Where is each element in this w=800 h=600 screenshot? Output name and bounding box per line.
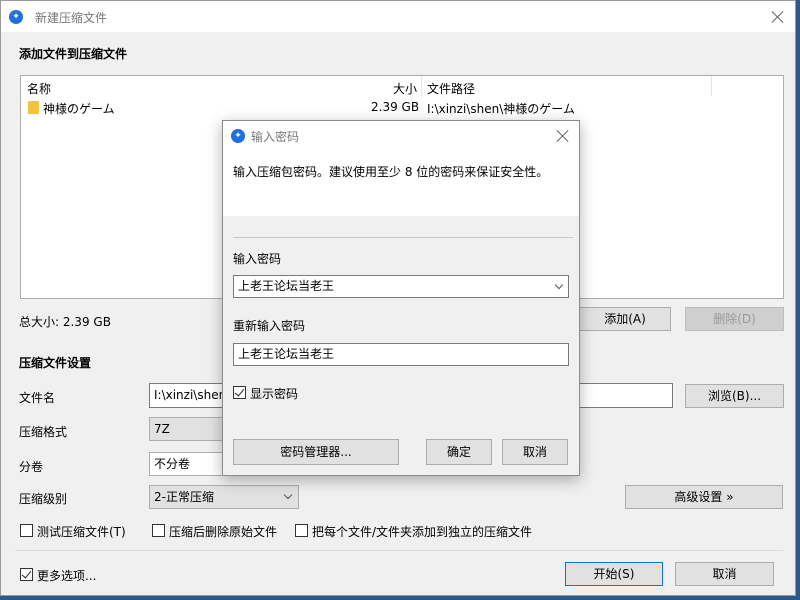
chevron-down-icon[interactable] bbox=[554, 280, 564, 290]
app-logo-icon: ✦ bbox=[9, 10, 23, 24]
main-window-title: 新建压缩文件 bbox=[35, 11, 108, 25]
password-dialog: ✦ 输入密码 输入压缩包密码。建议使用至少 8 位的密码来保证安全性。 输入密码… bbox=[222, 120, 580, 476]
format-select-value: 7Z bbox=[154, 422, 170, 436]
folder-icon bbox=[28, 101, 39, 114]
divider bbox=[233, 237, 573, 238]
reenter-password-label: 重新输入密码 bbox=[233, 319, 306, 333]
file-path: I:\xinzi\shen\神様のゲーム bbox=[427, 102, 575, 116]
password-manager-button[interactable]: 密码管理器... bbox=[233, 439, 399, 465]
column-header-name[interactable]: 名称 bbox=[27, 80, 51, 97]
delete-after-checkbox[interactable] bbox=[152, 524, 165, 537]
each-separate-label[interactable]: 把每个文件/文件夹添加到独立的压缩文件 bbox=[312, 523, 532, 540]
file-size: 2.39 GB bbox=[371, 100, 420, 114]
file-name: 神様のゲーム bbox=[43, 102, 115, 116]
level-label: 压缩级别 bbox=[19, 492, 68, 506]
settings-section-title: 压缩文件设置 bbox=[19, 356, 92, 370]
show-password-checkbox[interactable] bbox=[233, 386, 246, 399]
app-logo-icon: ✦ bbox=[231, 129, 245, 143]
ok-button[interactable]: 确定 bbox=[426, 439, 492, 465]
files-section-title: 添加文件到压缩文件 bbox=[19, 47, 128, 61]
cancel-button[interactable]: 取消 bbox=[675, 562, 774, 586]
more-options-label[interactable]: 更多选项... bbox=[37, 567, 96, 584]
show-password-label[interactable]: 显示密码 bbox=[250, 385, 298, 402]
chevron-down-icon bbox=[283, 490, 293, 500]
browse-button[interactable]: 浏览(B)... bbox=[685, 384, 784, 408]
total-size: 总大小: 2.39 GB bbox=[19, 315, 111, 329]
delete-after-label[interactable]: 压缩后删除原始文件 bbox=[169, 523, 277, 540]
advanced-settings-button[interactable]: 高级设置 » bbox=[625, 485, 783, 509]
password-value: 上老王论坛当老王 bbox=[238, 279, 335, 293]
reenter-password-input[interactable]: 上老王论坛当老王 bbox=[233, 343, 569, 366]
filename-label: 文件名 bbox=[19, 391, 56, 405]
volume-label: 分卷 bbox=[19, 460, 44, 474]
format-label: 压缩格式 bbox=[19, 425, 68, 439]
dialog-description-area: 输入压缩包密码。建议使用至少 8 位的密码来保证安全性。 bbox=[223, 151, 579, 216]
close-icon[interactable] bbox=[556, 129, 570, 143]
dialog-title: 输入密码 bbox=[251, 130, 300, 144]
close-icon[interactable] bbox=[771, 10, 785, 24]
test-archive-checkbox[interactable] bbox=[20, 524, 33, 537]
password-combo[interactable]: 上老王论坛当老王 bbox=[233, 275, 569, 298]
password-label: 输入密码 bbox=[233, 252, 282, 266]
column-separator bbox=[421, 76, 422, 96]
add-button[interactable]: 添加(A) bbox=[579, 307, 671, 331]
dialog-cancel-button[interactable]: 取消 bbox=[502, 439, 568, 465]
divider bbox=[15, 550, 783, 551]
dialog-titlebar: ✦ 输入密码 bbox=[223, 121, 579, 151]
column-header-path[interactable]: 文件路径 bbox=[427, 80, 475, 97]
table-row[interactable]: 神様のゲーム 2.39 GB I:\xinzi\shen\神様のゲーム bbox=[21, 98, 783, 118]
level-select-value: 2-正常压缩 bbox=[154, 490, 214, 504]
start-button[interactable]: 开始(S) bbox=[565, 562, 663, 586]
test-archive-label[interactable]: 测试压缩文件(T) bbox=[37, 523, 126, 540]
delete-button[interactable]: 删除(D) bbox=[685, 307, 784, 331]
each-separate-checkbox[interactable] bbox=[295, 524, 308, 537]
more-options-checkbox[interactable] bbox=[20, 568, 33, 581]
main-titlebar: ✦ 新建压缩文件 bbox=[1, 1, 795, 32]
column-header-size[interactable]: 大小 bbox=[393, 80, 417, 97]
level-select[interactable]: 2-正常压缩 bbox=[149, 485, 299, 509]
column-separator bbox=[711, 76, 712, 96]
dialog-description: 输入压缩包密码。建议使用至少 8 位的密码来保证安全性。 bbox=[233, 165, 549, 179]
volume-select-value: 不分卷 bbox=[154, 457, 191, 471]
